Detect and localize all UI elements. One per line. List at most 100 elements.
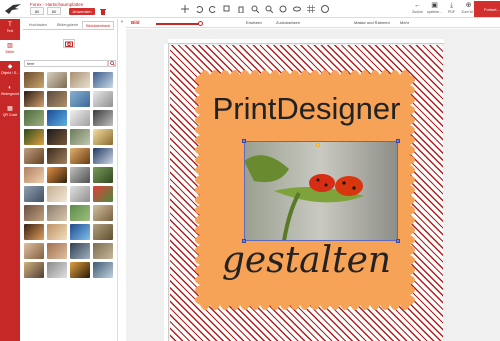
grid-icon[interactable]	[306, 3, 315, 14]
image-thumb[interactable]	[47, 243, 67, 259]
move-icon[interactable]	[180, 3, 189, 14]
image-thumb[interactable]	[24, 167, 44, 183]
apply-button[interactable]: Anwenden	[69, 8, 95, 15]
zoom-in-icon[interactable]	[250, 3, 259, 14]
image-thumb[interactable]	[93, 243, 113, 259]
image-thumb[interactable]	[70, 243, 90, 259]
image-thumb[interactable]	[24, 186, 44, 202]
sidebar-item-objects[interactable]: ◆ Objekt / S...	[0, 61, 20, 82]
image-thumb[interactable]	[47, 262, 67, 278]
text-icon: T	[8, 22, 12, 28]
pdf-button[interactable]: ⤓ PDF	[444, 1, 459, 17]
image-thumb[interactable]	[93, 72, 113, 88]
image-thumb[interactable]	[24, 72, 44, 88]
save-icon: ▣	[431, 2, 438, 9]
subline-text[interactable]: gestalten	[170, 240, 443, 282]
delete-icon[interactable]	[236, 3, 245, 14]
image-thumb[interactable]	[24, 205, 44, 221]
top-bar: Forex - Hartschaumplatten 80 80 Anwenden…	[0, 0, 500, 18]
width-field[interactable]: 80	[30, 7, 44, 15]
undo-icon[interactable]	[194, 3, 203, 14]
resize-handle[interactable]	[242, 139, 246, 143]
image-thumb[interactable]	[47, 72, 67, 88]
image-thumb[interactable]	[70, 262, 90, 278]
copy-icon[interactable]	[222, 3, 231, 14]
image-thumb[interactable]	[24, 243, 44, 259]
more-button[interactable]: Mehr	[400, 20, 409, 25]
preview-icon[interactable]	[292, 3, 301, 14]
headline-text[interactable]: PrintDesigner	[170, 92, 443, 126]
image-thumb[interactable]	[93, 167, 113, 183]
slider-knob[interactable]	[198, 21, 203, 26]
image-thumb[interactable]	[24, 91, 44, 107]
tab-gallery[interactable]: Bildergalerie	[53, 21, 83, 29]
fit-icon[interactable]	[278, 3, 287, 14]
opacity-slider[interactable]	[156, 23, 201, 25]
image-thumb[interactable]	[93, 262, 113, 278]
image-thumb[interactable]	[70, 186, 90, 202]
image-thumb[interactable]	[70, 91, 90, 107]
image-thumb[interactable]	[93, 205, 113, 221]
background-icon: ◐	[8, 85, 12, 91]
image-panel: Hochladen Bildergalerie Bilddatenbank ti…	[20, 19, 118, 341]
height-field[interactable]: 80	[47, 7, 61, 15]
image-thumb[interactable]	[47, 224, 67, 240]
image-thumb[interactable]	[93, 224, 113, 240]
search-input[interactable]: tiere	[24, 60, 108, 67]
ruler-left	[164, 44, 169, 341]
upload-button[interactable]	[62, 39, 75, 48]
tab-database[interactable]: Bilddatenbank	[82, 21, 115, 29]
collapse-panel-icon[interactable]: «	[119, 19, 125, 27]
replace-button[interactable]: Ersetzen	[246, 20, 262, 25]
image-icon: ▧	[7, 43, 13, 49]
image-thumb[interactable]	[70, 148, 90, 164]
image-thumb[interactable]	[93, 110, 113, 126]
image-thumb[interactable]	[93, 186, 113, 202]
image-thumb[interactable]	[70, 129, 90, 145]
save-button[interactable]: ▣ speiche...	[427, 1, 442, 17]
resize-handle[interactable]	[396, 139, 400, 143]
image-thumb[interactable]	[47, 129, 67, 145]
image-thumb[interactable]	[47, 167, 67, 183]
toolbar-label: Bild	[131, 20, 140, 25]
mask-button[interactable]: Maske und Rahmen	[354, 20, 390, 25]
redo-icon[interactable]	[208, 3, 217, 14]
image-thumb[interactable]	[47, 186, 67, 202]
selection-box	[244, 141, 398, 241]
image-thumb[interactable]	[24, 148, 44, 164]
sidebar-item-background[interactable]: ◐ Hintergrund	[0, 82, 20, 103]
back-button[interactable]: ← Zurück	[410, 1, 425, 17]
forward-button[interactable]: Fortset...	[474, 1, 500, 17]
image-thumb[interactable]	[70, 110, 90, 126]
image-thumb[interactable]	[47, 148, 67, 164]
ruler-top	[168, 39, 444, 44]
search-button[interactable]	[108, 60, 116, 67]
reset-button[interactable]: Zurücksetzen	[276, 20, 300, 25]
sidebar-item-qr[interactable]: ▦ QR Code	[0, 103, 20, 124]
image-thumb[interactable]	[47, 110, 67, 126]
image-thumb[interactable]	[93, 129, 113, 145]
logo-icon	[5, 4, 21, 14]
image-thumb[interactable]	[70, 72, 90, 88]
image-thumb[interactable]	[47, 205, 67, 221]
sidebar-item-images[interactable]: ▧ Bilder	[0, 40, 20, 61]
sidebar-item-text[interactable]: T Text	[0, 19, 20, 40]
trash-icon[interactable]	[100, 8, 106, 15]
image-thumb[interactable]	[24, 129, 44, 145]
image-thumb[interactable]	[24, 224, 44, 240]
back-arrow-icon: ←	[414, 2, 421, 9]
image-thumb[interactable]	[47, 91, 67, 107]
image-thumb[interactable]	[93, 148, 113, 164]
image-thumb[interactable]	[24, 110, 44, 126]
image-thumb[interactable]	[70, 224, 90, 240]
image-thumb[interactable]	[70, 205, 90, 221]
shapes-icon: ◆	[7, 64, 13, 70]
image-thumb[interactable]	[24, 262, 44, 278]
zoom-out-icon[interactable]	[264, 3, 273, 14]
rotate-handle[interactable]	[316, 143, 320, 147]
pdf-icon: ⤓	[449, 2, 454, 9]
help-icon[interactable]	[320, 3, 329, 14]
image-thumb[interactable]	[70, 167, 90, 183]
image-thumb[interactable]	[93, 91, 113, 107]
tab-upload[interactable]: Hochladen	[23, 21, 53, 29]
